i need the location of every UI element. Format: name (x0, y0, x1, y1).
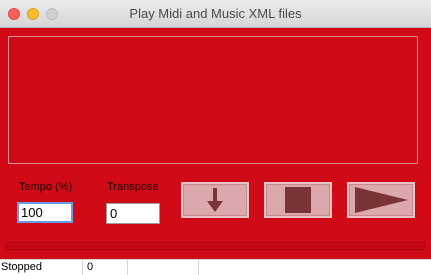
title-bar[interactable]: Play Midi and Music XML files (0, 0, 431, 28)
status-bar: Stopped 0 (0, 259, 431, 275)
display-area (8, 36, 418, 164)
window-title: Play Midi and Music XML files (129, 6, 302, 21)
progress-bar[interactable] (5, 242, 426, 250)
status-cell-3 (129, 260, 199, 275)
status-cell-4 (200, 260, 431, 275)
load-button[interactable] (181, 182, 249, 218)
play-button[interactable] (347, 182, 415, 218)
transpose-input[interactable] (106, 203, 160, 224)
down-arrow-icon (207, 188, 223, 212)
stop-button[interactable] (264, 182, 332, 218)
tempo-input[interactable] (17, 202, 73, 223)
status-position: 0 (84, 260, 128, 275)
stop-icon (285, 187, 311, 213)
tempo-label: Tempo (%) (19, 181, 73, 193)
transpose-label: Transpose (107, 181, 159, 193)
play-icon (355, 187, 408, 213)
status-state: Stopped (0, 260, 83, 275)
main-panel: Tempo (%) Transpose (0, 28, 431, 259)
